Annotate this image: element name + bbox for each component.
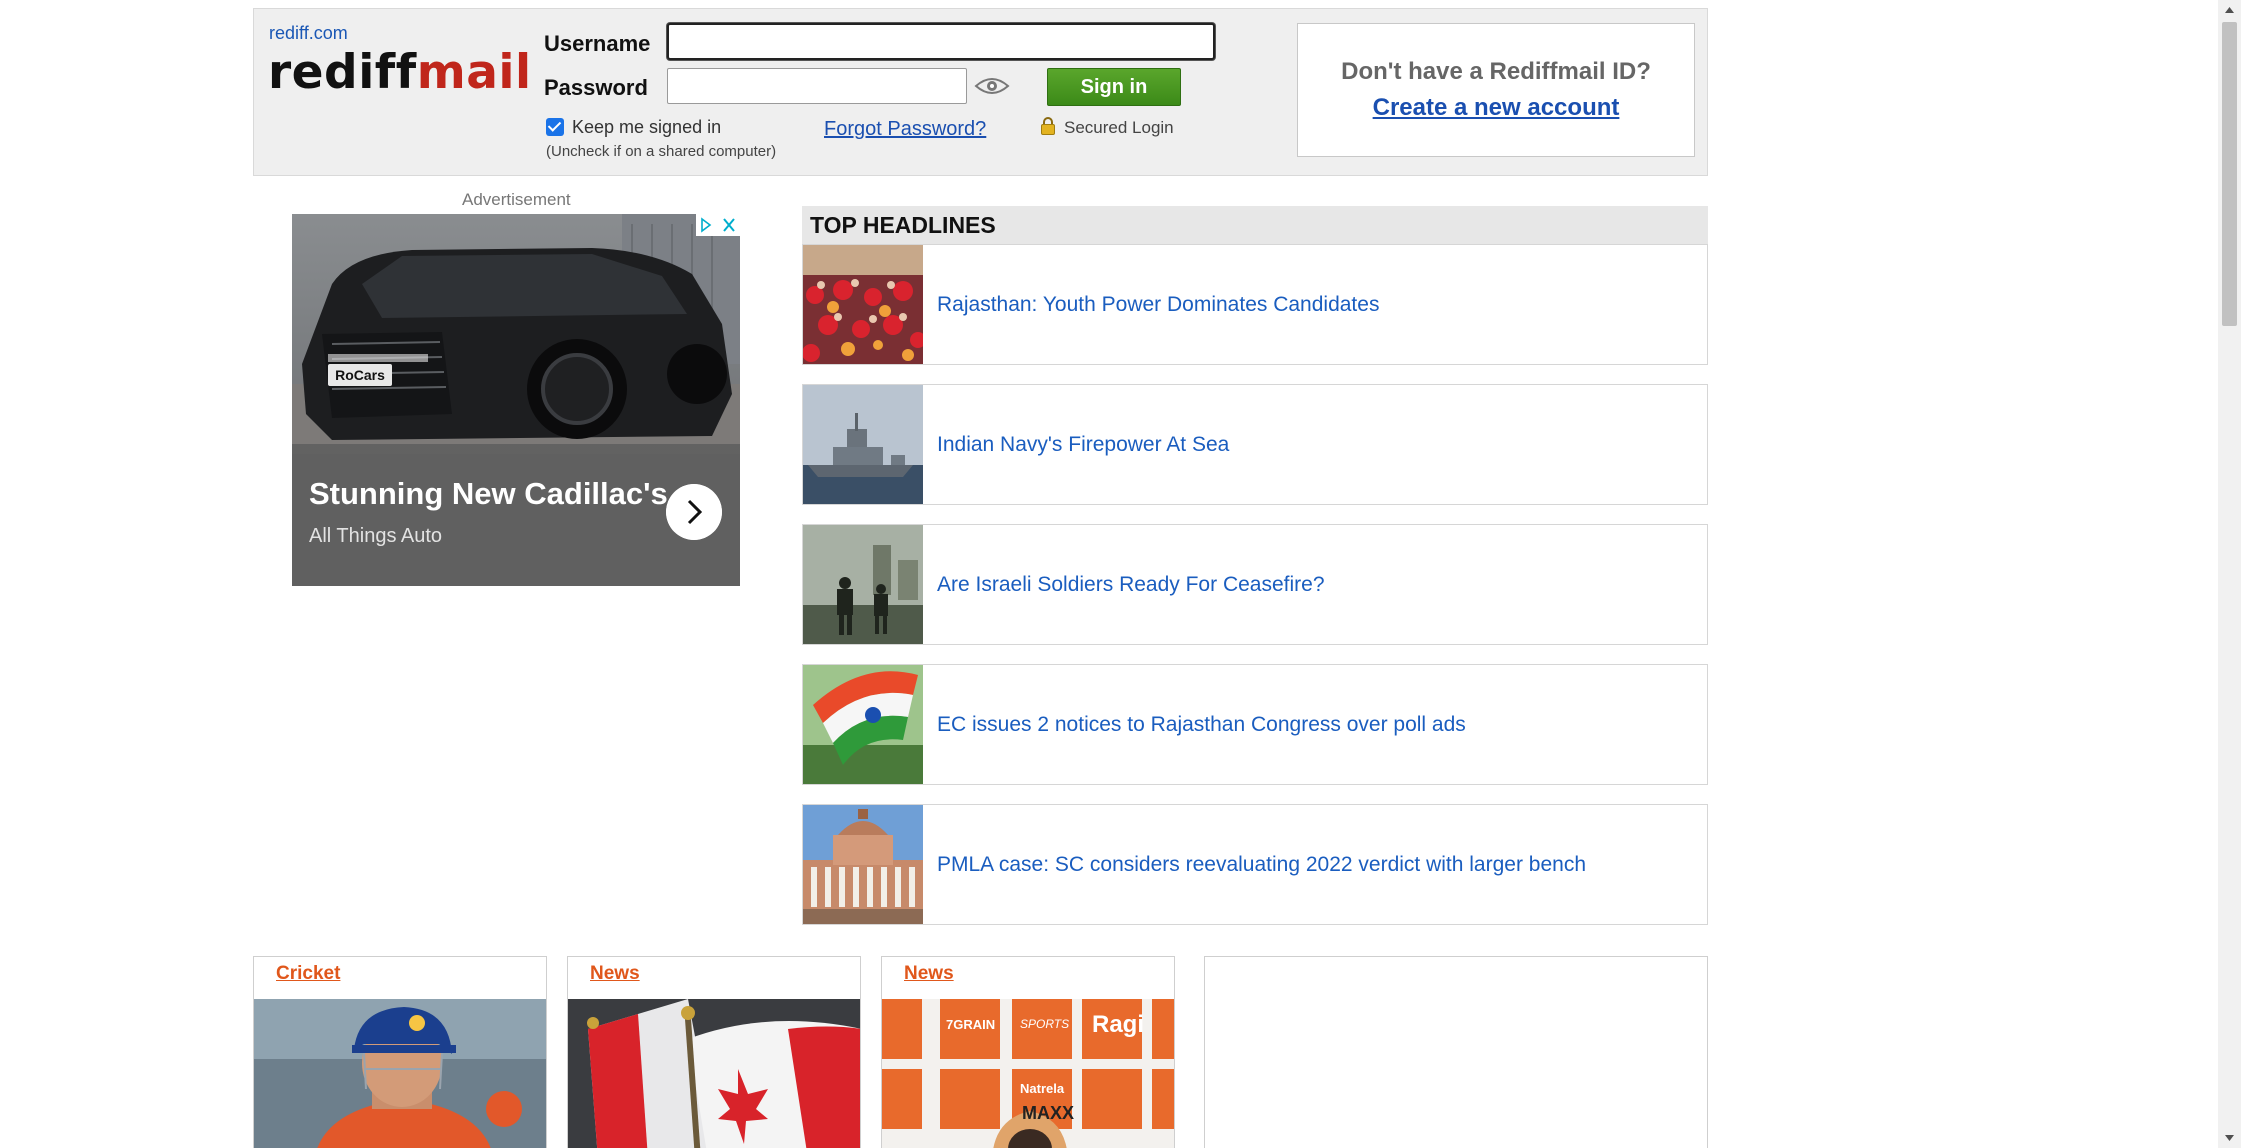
empty-card-placeholder: [1204, 956, 1708, 1148]
headline-thumbnail-soldiers[interactable]: [803, 525, 923, 644]
rediffmail-logo[interactable]: rediffmail: [268, 45, 532, 100]
headline-thumbnail-congress-flag[interactable]: [803, 665, 923, 784]
login-bar: rediff.com rediffmail Username Password …: [253, 8, 1708, 176]
ad-title[interactable]: Stunning New Cadillac's: [309, 476, 668, 512]
headline-item[interactable]: Are Israeli Soldiers Ready For Ceasefire…: [802, 524, 1708, 645]
ad-plate-text: RoCars: [335, 367, 385, 383]
keep-signed-in-checkbox[interactable]: [546, 118, 564, 136]
banner-text-sports: SPORTS: [1020, 1017, 1070, 1031]
card-image-press-banner[interactable]: 7GRAIN SPORTS Ragi Natrela MAXX: [882, 999, 1174, 1148]
ad-car-image: RoCars: [292, 214, 740, 454]
news-card-cricket[interactable]: Cricket: [253, 956, 547, 1148]
keep-signed-in-label[interactable]: Keep me signed in: [572, 117, 721, 138]
create-account-link[interactable]: Create a new account: [1298, 94, 1694, 122]
headline-item[interactable]: Indian Navy's Firepower At Sea: [802, 384, 1708, 505]
banner-text-natrela: Natrela: [1020, 1081, 1065, 1096]
headline-link[interactable]: Indian Navy's Firepower At Sea: [937, 385, 1229, 504]
shared-computer-note: (Uncheck if on a shared computer): [546, 143, 777, 160]
sign-in-button[interactable]: Sign in: [1047, 68, 1181, 106]
banner-text-maxx: MAXX: [1022, 1103, 1075, 1123]
lock-icon: [1041, 117, 1055, 135]
headline-link[interactable]: Rajasthan: Youth Power Dominates Candida…: [937, 245, 1379, 364]
signup-box: Don't have a Rediffmail ID? Create a new…: [1297, 23, 1695, 157]
news-card-news[interactable]: News: [567, 956, 861, 1148]
username-label: Username: [544, 31, 651, 56]
password-label: Password: [544, 75, 648, 100]
rediff-home-link[interactable]: rediff.com: [269, 23, 348, 44]
headline-item[interactable]: Rajasthan: Youth Power Dominates Candida…: [802, 244, 1708, 365]
headline-thumbnail-crowd[interactable]: [803, 245, 923, 364]
logo-part-mail: mail: [416, 45, 532, 100]
forgot-password-link[interactable]: Forgot Password?: [824, 118, 986, 141]
password-input[interactable]: [667, 68, 967, 104]
ad-subtitle: All Things Auto: [309, 525, 443, 547]
card-image-flags[interactable]: [568, 999, 861, 1148]
headline-link[interactable]: PMLA case: SC considers reevaluating 202…: [937, 805, 1586, 924]
signup-question: Don't have a Rediffmail ID?: [1341, 58, 1651, 85]
card-category-link[interactable]: Cricket: [276, 963, 340, 985]
headline-thumbnail-supreme-court[interactable]: [803, 805, 923, 924]
top-headlines-title: TOP HEADLINES: [810, 212, 996, 238]
ad-chevron-right-icon[interactable]: [666, 484, 722, 540]
advertisement-label: Advertisement: [462, 190, 571, 209]
username-input[interactable]: [667, 23, 1215, 60]
headline-link[interactable]: Are Israeli Soldiers Ready For Ceasefire…: [937, 525, 1325, 644]
advertisement-banner[interactable]: RoCars Stunning New Cadillac's All Thing…: [292, 214, 740, 586]
ad-close-icon[interactable]: [696, 214, 740, 236]
show-password-eye-icon[interactable]: [974, 75, 1010, 97]
scrollbar-thumb[interactable]: [2222, 22, 2237, 326]
card-category-link[interactable]: News: [590, 963, 640, 985]
headline-item[interactable]: PMLA case: SC considers reevaluating 202…: [802, 804, 1708, 925]
secured-login-label: Secured Login: [1064, 118, 1174, 137]
card-category-link[interactable]: News: [904, 963, 954, 985]
vertical-scrollbar[interactable]: [2218, 0, 2241, 1148]
headline-link[interactable]: EC issues 2 notices to Rajasthan Congres…: [937, 665, 1466, 784]
banner-text-ragi: Ragi: [1092, 1011, 1145, 1038]
banner-text-7grain: 7GRAIN: [946, 1017, 996, 1032]
headline-item[interactable]: EC issues 2 notices to Rajasthan Congres…: [802, 664, 1708, 785]
logo-part-rediff: rediff: [268, 45, 417, 100]
scroll-down-arrow-icon[interactable]: [2218, 1128, 2241, 1148]
news-card-news[interactable]: News 7GRAIN SPORTS Ragi Natrela MAXX: [881, 956, 1175, 1148]
scroll-up-arrow-icon[interactable]: [2218, 0, 2241, 20]
headline-thumbnail-navy-ship[interactable]: [803, 385, 923, 504]
top-headlines-header: TOP HEADLINES: [802, 206, 1708, 244]
card-image-cricketer[interactable]: [254, 999, 547, 1148]
